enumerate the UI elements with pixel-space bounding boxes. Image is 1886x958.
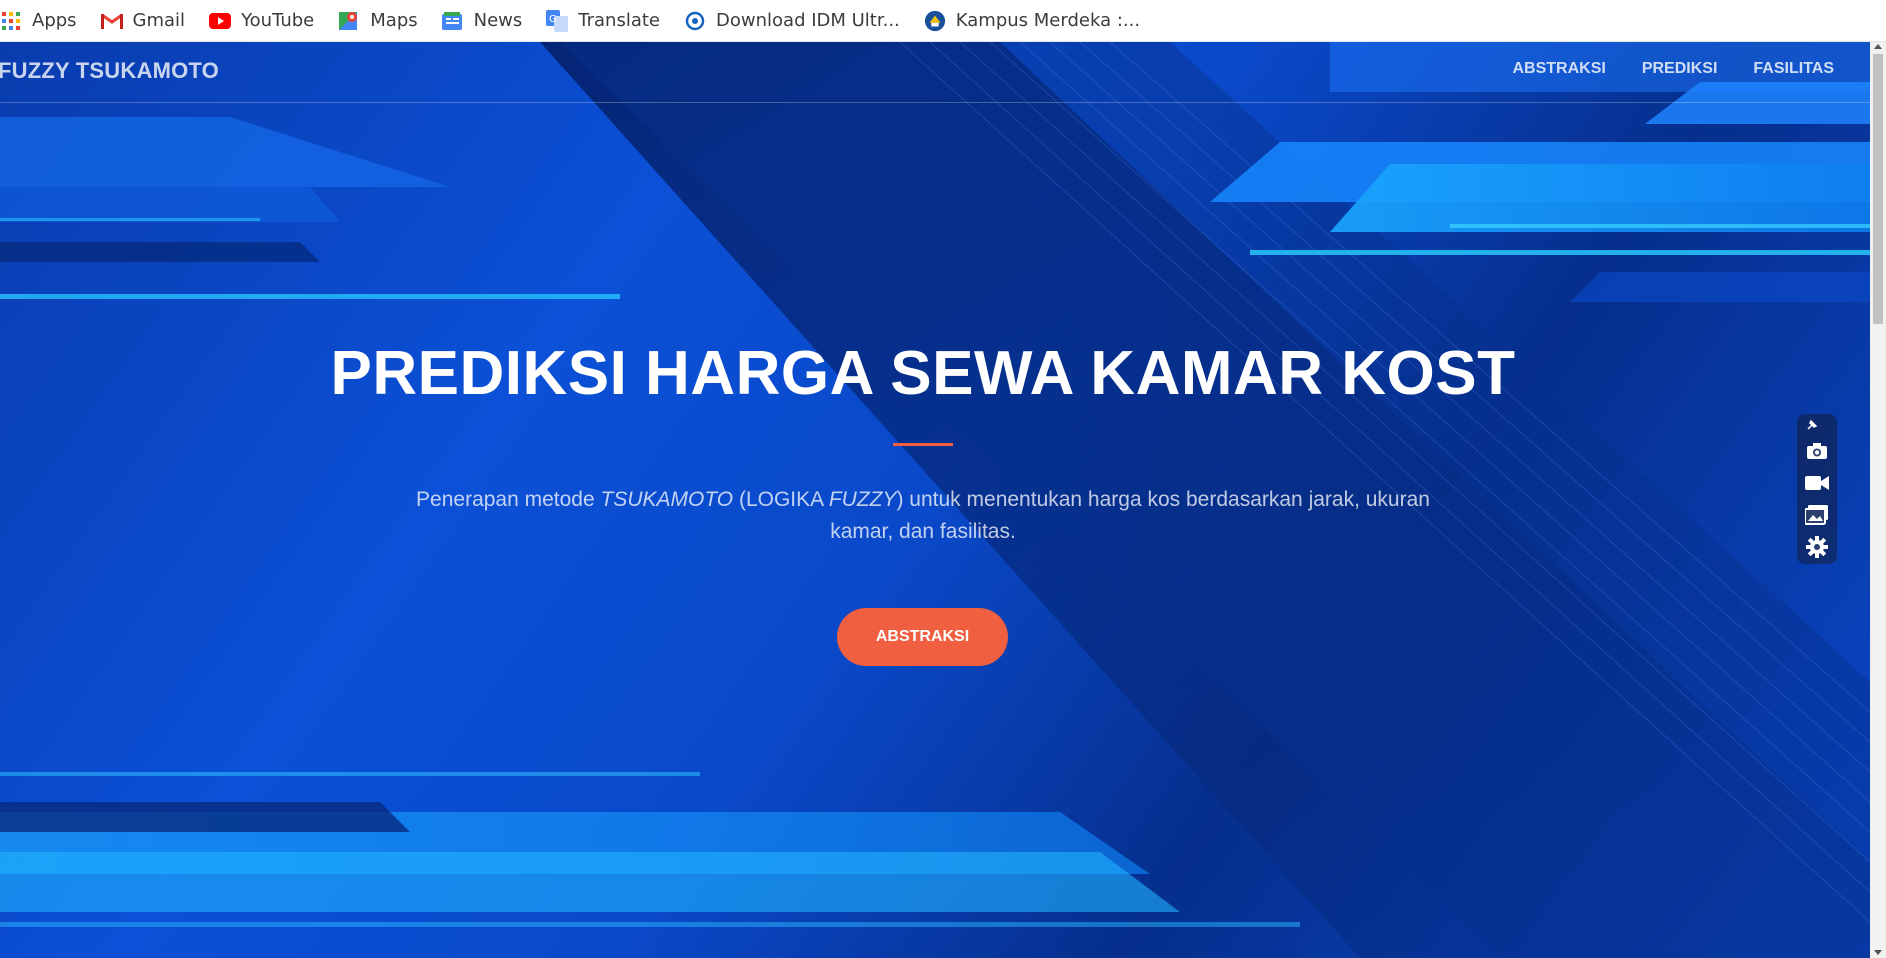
settings-gear-icon[interactable] [1802,532,1832,562]
brand-logo-text[interactable]: FUZZY TSUKAMOTO [0,58,219,84]
page-scrollbar[interactable] [1870,42,1886,958]
scroll-down-arrow-icon[interactable] [1874,950,1882,955]
bookmark-news[interactable]: News [441,6,535,36]
camera-icon[interactable] [1802,436,1832,466]
bookmark-label: Gmail [132,10,186,31]
idm-icon [684,10,706,32]
hero-subtitle: Penerapan metode TSUKAMOTO (LOGIKA FUZZY… [400,484,1446,548]
title-divider [893,443,953,446]
subtitle-emphasis-tsukamoto: TSUKAMOTO [600,488,734,511]
bookmark-youtube[interactable]: YouTube [209,6,326,36]
bookmark-label: Download IDM Ultr... [716,10,900,31]
pin-icon[interactable] [1802,416,1832,434]
apps-grid-icon [0,10,22,32]
nav-link-prediksi[interactable]: PREDIKSI [1642,60,1718,78]
svg-text:G: G [549,14,557,25]
bookmark-gmail[interactable]: Gmail [100,6,198,36]
scroll-up-arrow-icon[interactable] [1874,44,1882,49]
subtitle-text: (LOGIKA [733,488,829,511]
nav-link-abstraksi[interactable]: ABSTRAKSI [1512,60,1605,78]
gallery-icon[interactable] [1802,500,1832,530]
hero-section: FUZZY TSUKAMOTO ABSTRAKSI PREDIKSI FASIL… [0,42,1870,958]
hero-title: PREDIKSI HARGA SEWA KAMAR KOST [330,339,1516,408]
youtube-icon [209,10,232,32]
subtitle-text: Penerapan metode [416,488,601,511]
scrollbar-thumb[interactable] [1873,54,1883,324]
bookmark-apps[interactable]: Apps [0,6,89,36]
abstraksi-button[interactable]: ABSTRAKSI [837,608,1008,666]
news-icon [441,10,464,32]
capture-toolbar [1797,414,1837,564]
gmail-icon [100,10,123,32]
subtitle-text: ) untuk menentukan harga kos berdasarkan… [830,488,1430,543]
navbar: FUZZY TSUKAMOTO ABSTRAKSI PREDIKSI FASIL… [0,42,1870,103]
bookmark-label: Maps [370,10,418,31]
bookmark-label: Translate [578,10,661,31]
bookmark-label: Apps [32,10,77,31]
maps-icon [338,10,360,32]
subtitle-emphasis-fuzzy: FUZZY [828,488,897,511]
bookmarks-bar: Apps Gmail YouTube Maps News G Translate [0,0,1886,42]
bookmark-label: News [473,10,523,31]
bookmark-label: YouTube [241,10,315,31]
video-icon[interactable] [1802,468,1832,498]
nav-link-fasilitas[interactable]: FASILITAS [1753,60,1834,78]
bookmark-label: Kampus Merdeka :... [955,10,1141,31]
kampus-merdeka-icon [924,10,946,32]
bookmark-maps[interactable]: Maps [338,6,429,36]
translate-icon: G [546,9,569,32]
nav-links: ABSTRAKSI PREDIKSI FASILITAS [1476,60,1834,78]
bookmark-kampus-merdeka[interactable]: Kampus Merdeka :... [924,6,1152,36]
bookmark-idm[interactable]: Download IDM Ultr... [684,6,912,36]
bookmark-translate[interactable]: G Translate [546,6,672,36]
